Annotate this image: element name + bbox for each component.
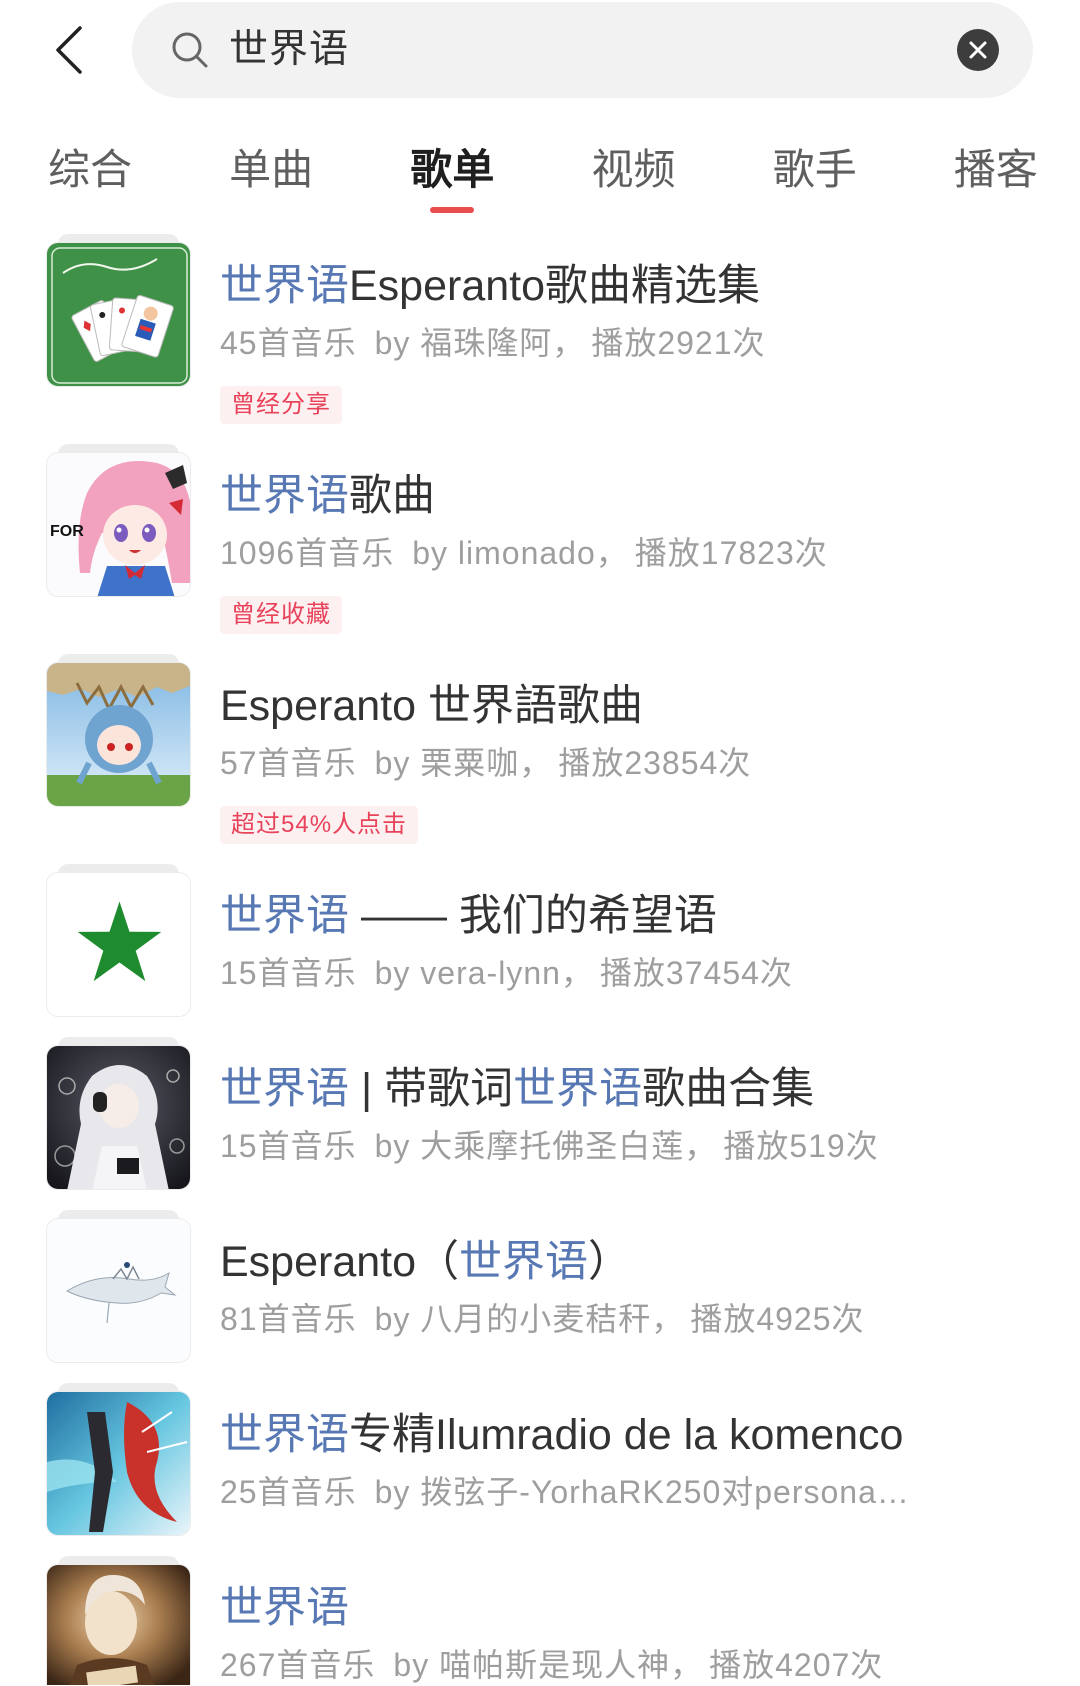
playlist-results: 世界语Esperanto歌曲精选集 45首音乐 by 福珠隆阿， 播放2921次 曾… bbox=[0, 234, 1080, 1685]
creator: by vera-lynn， bbox=[374, 955, 594, 991]
tab-videos[interactable]: 视频 bbox=[591, 144, 677, 196]
playlist-meta: 15首音乐 by 大乘摩托佛圣白莲， 播放519次 bbox=[220, 1127, 879, 1165]
play-count: 播放2921次 bbox=[591, 325, 766, 361]
playlist-item[interactable]: 世界语 267首音乐 by 喵帕斯是现人神， 播放4207次 bbox=[0, 1556, 1080, 1685]
playlist-cover-image bbox=[47, 873, 190, 1016]
title-text: Esperanto 世界語歌曲 bbox=[220, 682, 643, 730]
tab-podcasts[interactable]: 播客 bbox=[953, 144, 1039, 196]
title-keyword-highlight: 世界语 bbox=[459, 1238, 589, 1286]
tab-comprehensive[interactable]: 综合 bbox=[47, 144, 133, 196]
playlist-title: Esperanto（世界语） bbox=[220, 1236, 865, 1288]
playlist-title: 世界语 —— 我们的希望语 bbox=[220, 890, 793, 942]
playlist-cover-image bbox=[47, 1565, 190, 1685]
creator: by 福珠隆阿， bbox=[374, 325, 586, 361]
status-badge: 曾经收藏 bbox=[220, 596, 342, 634]
creator: by 拨弦子-YorhaRK250对persona… bbox=[374, 1474, 910, 1510]
creator: by 栗粟咖， bbox=[374, 745, 553, 781]
playlist-cover-image bbox=[47, 663, 190, 806]
playlist-meta: 15首音乐 by vera-lynn， 播放37454次 bbox=[220, 954, 793, 992]
creator: by 喵帕斯是现人神， bbox=[393, 1647, 704, 1683]
search-query[interactable]: 世界语 bbox=[229, 2, 349, 98]
playlist-meta: 57首音乐 by 栗粟咖， 播放23854次 bbox=[220, 744, 751, 782]
playlist-cover-image bbox=[47, 1219, 190, 1362]
chevron-left-icon bbox=[56, 26, 82, 74]
clear-search-button[interactable] bbox=[956, 28, 1000, 72]
play-count: 播放4925次 bbox=[690, 1301, 865, 1337]
playlist-cover[interactable] bbox=[46, 1037, 191, 1190]
title-text: 歌曲 bbox=[349, 472, 435, 520]
track-count: 15首音乐 bbox=[220, 955, 357, 991]
play-count: 播放37454次 bbox=[599, 955, 793, 991]
playlist-item[interactable]: 世界语 | 带歌词世界语歌曲合集 15首音乐 by 大乘摩托佛圣白莲， 播放519次 bbox=[0, 1037, 1080, 1218]
playlist-item[interactable]: FOR 世界语歌曲 1096首音乐 by limonado， 播放17823次 曾经… bbox=[0, 444, 1080, 662]
title-keyword-highlight: 世界语 bbox=[220, 472, 349, 520]
track-count: 57首音乐 bbox=[220, 745, 357, 781]
creator: by 大乘摩托佛圣白莲， bbox=[374, 1128, 718, 1164]
playlist-cover-image bbox=[47, 243, 190, 386]
playlist-meta: 1096首音乐 by limonado， 播放17823次 bbox=[220, 534, 828, 572]
cover-lettering: FOR bbox=[50, 523, 84, 540]
title-text: | 带歌词 bbox=[349, 1065, 514, 1113]
title-keyword-highlight: 世界语 bbox=[220, 1065, 349, 1113]
title-keyword-highlight: 世界语 bbox=[220, 1584, 349, 1632]
track-count: 1096首音乐 bbox=[220, 535, 395, 571]
title-text: Esperanto歌曲精选集 bbox=[349, 262, 761, 310]
creator: by limonado， bbox=[412, 535, 629, 571]
playlist-meta: 45首音乐 by 福珠隆阿， 播放2921次 bbox=[220, 324, 766, 362]
playlist-cover[interactable] bbox=[46, 1210, 191, 1363]
track-count: 81首音乐 bbox=[220, 1301, 357, 1337]
close-circle-icon bbox=[957, 29, 999, 71]
status-badge: 超过54%人点击 bbox=[220, 806, 419, 844]
search-icon bbox=[172, 32, 208, 68]
playlist-cover-image bbox=[47, 1046, 190, 1189]
playlist-title: Esperanto 世界語歌曲 bbox=[220, 680, 751, 732]
playlist-item[interactable]: 世界语 —— 我们的希望语 15首音乐 by vera-lynn， 播放37454次 bbox=[0, 864, 1080, 1045]
playlist-meta: 25首音乐 by 拨弦子-YorhaRK250对persona… bbox=[220, 1473, 910, 1511]
track-count: 15首音乐 bbox=[220, 1128, 357, 1164]
play-count: 播放4207次 bbox=[709, 1647, 884, 1683]
title-text: —— 我们的希望语 bbox=[349, 892, 717, 940]
title-text: 歌曲合集 bbox=[642, 1065, 815, 1113]
search-field[interactable]: 世界语 bbox=[132, 2, 1033, 98]
playlist-item[interactable]: 世界语专精Ilumradio de la komenco 25首音乐 by 拨弦子… bbox=[0, 1383, 1080, 1564]
search-category-tabs: 综合 单曲 歌单 视频 歌手 播客 bbox=[47, 144, 1039, 196]
playlist-title: 世界语 bbox=[220, 1582, 883, 1634]
title-keyword-highlight: 世界语 bbox=[220, 1411, 349, 1459]
title-text: ） bbox=[588, 1238, 632, 1286]
playlist-item[interactable]: Esperanto（世界语） 81首音乐 by 八月的小麦秸秆， 播放4925次 bbox=[0, 1210, 1080, 1391]
tab-songs[interactable]: 单曲 bbox=[228, 144, 314, 196]
title-keyword-highlight: 世界语 bbox=[220, 892, 349, 940]
track-count: 267首音乐 bbox=[220, 1647, 376, 1683]
track-count: 45首音乐 bbox=[220, 325, 357, 361]
status-badge: 曾经分享 bbox=[220, 386, 342, 424]
creator: by 八月的小麦秸秆， bbox=[374, 1301, 685, 1337]
playlist-cover[interactable] bbox=[46, 654, 191, 807]
playlist-cover[interactable] bbox=[46, 1383, 191, 1536]
track-count: 25首音乐 bbox=[220, 1474, 357, 1510]
tab-playlists[interactable]: 歌单 bbox=[409, 144, 495, 196]
playlist-title: 世界语专精Ilumradio de la komenco bbox=[220, 1409, 910, 1461]
playlist-cover[interactable]: FOR bbox=[46, 444, 191, 597]
playlist-item[interactable]: Esperanto 世界語歌曲 57首音乐 by 栗粟咖， 播放23854次 超过5… bbox=[0, 654, 1080, 872]
playlist-cover[interactable] bbox=[46, 1556, 191, 1685]
play-count: 播放17823次 bbox=[634, 535, 828, 571]
playlist-title: 世界语Esperanto歌曲精选集 bbox=[220, 260, 766, 312]
playlist-meta: 81首音乐 by 八月的小麦秸秆， 播放4925次 bbox=[220, 1300, 865, 1338]
playlist-cover-image bbox=[47, 1392, 190, 1535]
back-button[interactable] bbox=[48, 24, 92, 76]
playlist-meta: 267首音乐 by 喵帕斯是现人神， 播放4207次 bbox=[220, 1646, 883, 1684]
play-count: 播放519次 bbox=[723, 1128, 879, 1164]
title-keyword-highlight: 世界语 bbox=[220, 262, 349, 310]
title-keyword-highlight: 世界语 bbox=[513, 1065, 643, 1113]
playlist-title: 世界语 | 带歌词世界语歌曲合集 bbox=[220, 1063, 879, 1115]
playlist-item[interactable]: 世界语Esperanto歌曲精选集 45首音乐 by 福珠隆阿， 播放2921次 曾… bbox=[0, 234, 1080, 452]
play-count: 播放23854次 bbox=[558, 745, 752, 781]
playlist-title: 世界语歌曲 bbox=[220, 470, 828, 522]
tab-artists[interactable]: 歌手 bbox=[772, 144, 858, 196]
title-text: Esperanto（ bbox=[220, 1238, 460, 1286]
playlist-cover[interactable] bbox=[46, 864, 191, 1017]
tab-active-indicator bbox=[430, 207, 474, 213]
title-text: 专精Ilumradio de la komenco bbox=[349, 1411, 904, 1459]
playlist-cover[interactable] bbox=[46, 234, 191, 387]
